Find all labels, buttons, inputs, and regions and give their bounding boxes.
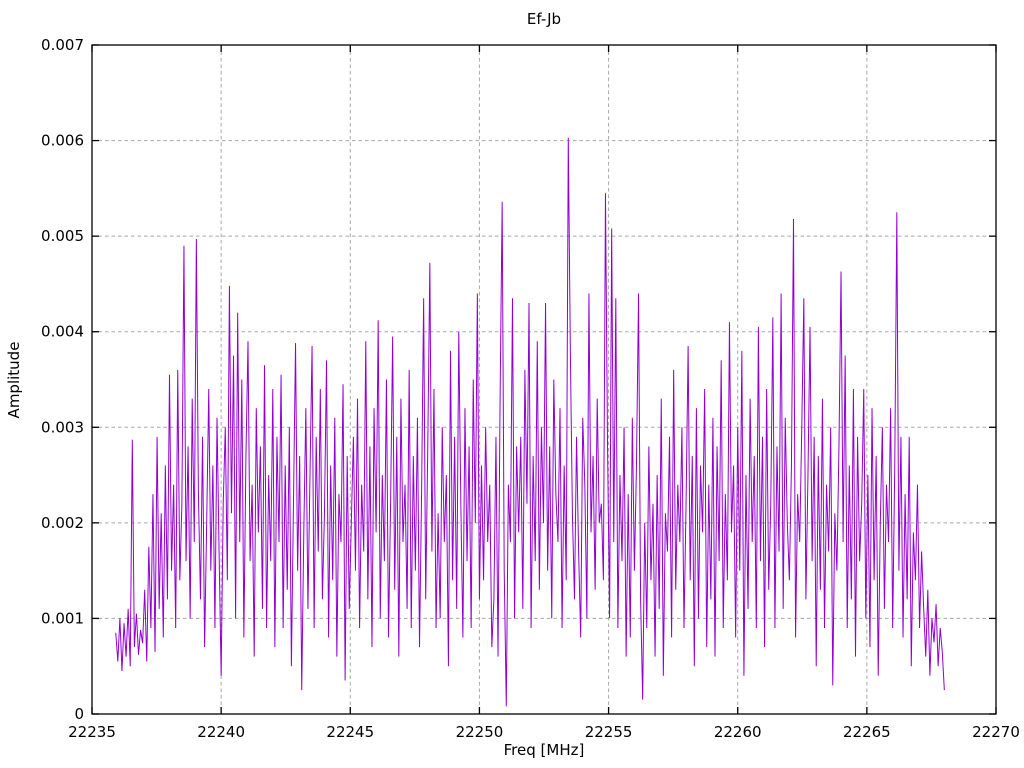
y-tick-label: 0.007 — [41, 36, 84, 54]
y-tick-label: 0.005 — [41, 227, 84, 245]
data-series-line — [115, 137, 945, 707]
x-tick-label: 22235 — [68, 723, 116, 741]
plot-canvas: 22235 22240 22245 22250 22255 22260 22265 22270… — [41, 36, 1020, 741]
x-tick-label: 22245 — [326, 723, 374, 741]
y-tick-label: 0.004 — [41, 323, 84, 341]
x-tick-label: 22250 — [456, 723, 504, 741]
x-tick-label: 22270 — [972, 723, 1020, 741]
y-tick-label: 0.001 — [41, 609, 84, 627]
x-tick-label: 22255 — [585, 723, 633, 741]
y-tick-label: 0.003 — [41, 418, 84, 436]
y-tick-label: 0.006 — [41, 132, 84, 150]
plot-border — [91, 44, 997, 715]
x-tick-label: 22240 — [197, 723, 245, 741]
x-tick-label: 22265 — [843, 723, 891, 741]
x-tick-label: 22260 — [714, 723, 762, 741]
plot-page: Ef-Jb Amplitude Freq [MHz] 22235 22240 222… — [0, 0, 1024, 768]
y-tick-label: 0 — [74, 705, 84, 723]
y-tick-label: 0.002 — [41, 514, 84, 532]
